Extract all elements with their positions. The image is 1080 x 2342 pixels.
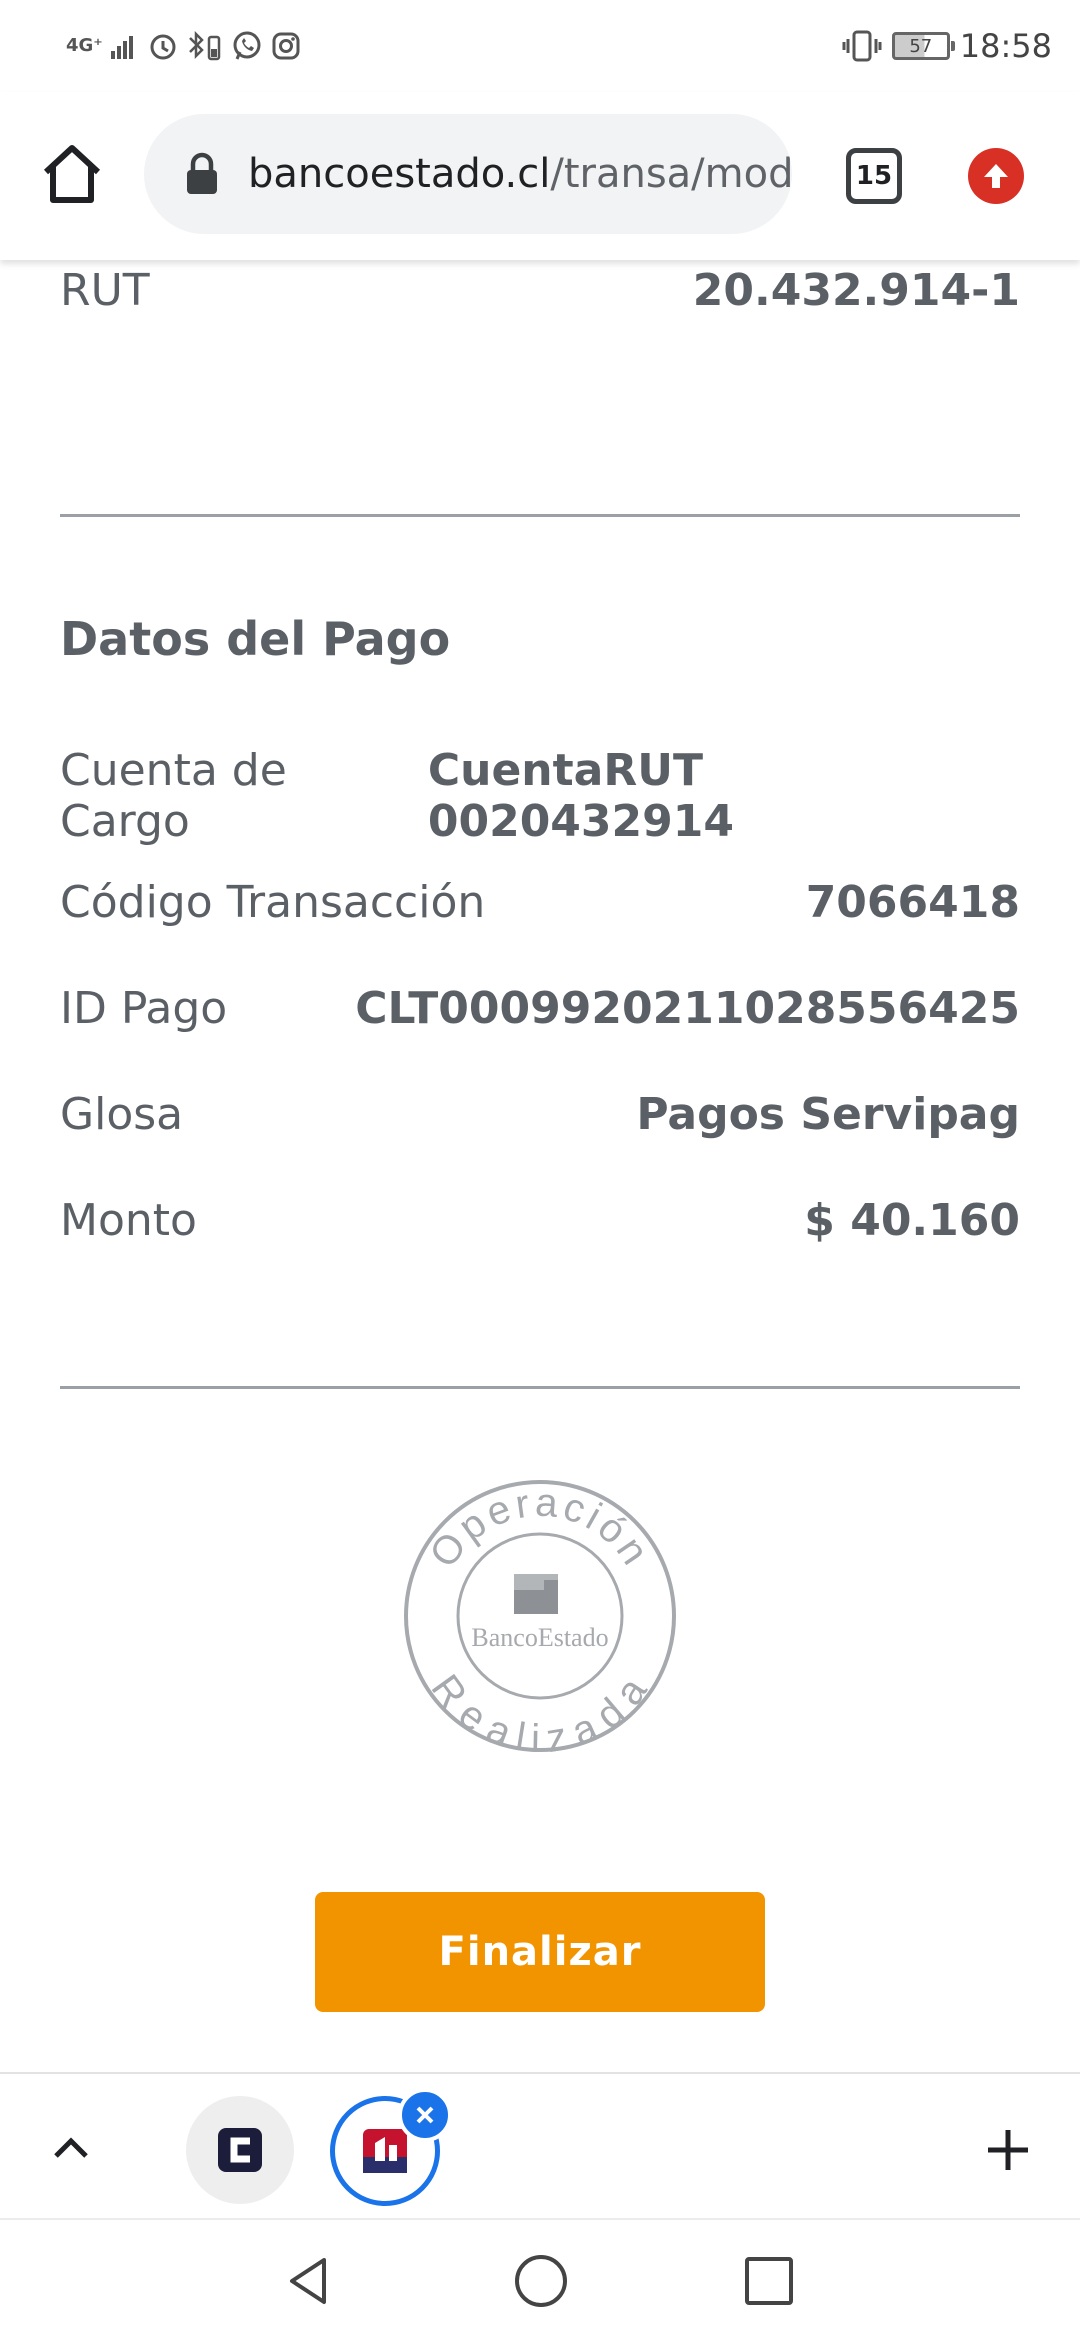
update-button[interactable] — [968, 148, 1024, 204]
arrow-up-icon — [984, 164, 1008, 188]
row-label: Código Transacción — [60, 876, 486, 928]
row-label: Monto — [60, 1194, 197, 1246]
system-nav-bar — [0, 2218, 1080, 2342]
bancoestado-logo-icon — [514, 1574, 558, 1614]
svg-text:Operación: Operación — [421, 1480, 659, 1575]
operacion-realizada-stamp: Operación Realizada BancoEstado — [404, 1480, 676, 1754]
home-icon[interactable] — [36, 138, 108, 210]
bluetooth-battery-icon — [188, 30, 221, 61]
row-label: ID Pago — [60, 982, 228, 1034]
svg-text:Realizada: Realizada — [423, 1667, 658, 1754]
close-icon — [416, 2106, 434, 2124]
browser-toolbar: bancoestado.cl/transa/mod_ 15 — [0, 92, 1080, 260]
recent-apps-icon[interactable] — [742, 2254, 796, 2308]
tab-strip — [0, 2072, 1080, 2220]
status-bar: 4G⁺ 57 18:58 — [0, 0, 1080, 92]
close-tab-button[interactable] — [398, 2088, 452, 2142]
lock-icon — [187, 152, 217, 194]
battery-icon: 57 — [891, 32, 955, 60]
network-type-label: 4G⁺ — [66, 35, 103, 56]
stamp-top-text: Operación — [421, 1480, 655, 1575]
finalizar-button[interactable]: Finalizar — [315, 1892, 765, 2012]
rut-value: 20.432.914-1 — [692, 264, 1020, 316]
battery-level: 57 — [909, 35, 933, 57]
section-title: Datos del Pago — [60, 612, 451, 666]
row-value: CuentaRUT 0020432914 — [427, 745, 734, 847]
row-value: 7066418 — [805, 876, 1020, 928]
rut-row: RUT 20.432.914-1 — [60, 260, 1020, 320]
url-path: /transa/mod_ — [550, 151, 792, 197]
clock: 18:58 — [959, 27, 1052, 65]
url-domain: bancoestado.cl — [248, 151, 551, 197]
status-icons-left: 4G⁺ — [66, 24, 301, 68]
status-icons-right: 57 18:58 — [842, 24, 1052, 68]
row-monto: Monto $ 40.160 — [60, 1190, 1020, 1250]
chevron-up-icon[interactable] — [46, 2124, 96, 2174]
whatsapp-icon — [233, 31, 261, 60]
tab-switcher-button[interactable]: 15 — [846, 148, 902, 204]
signal-icon — [110, 36, 133, 59]
back-icon[interactable] — [280, 2252, 338, 2310]
site-favicon-icon — [218, 2128, 262, 2172]
alarm-icon — [150, 34, 176, 60]
tab-count: 15 — [855, 161, 893, 191]
stamp-bottom-text: Realizada — [423, 1667, 654, 1754]
row-label: Cuenta de Cargo — [60, 745, 287, 847]
row-id-pago: ID Pago CLT00099202110285564​25 — [60, 978, 1020, 1038]
row-label: Glosa — [60, 1088, 184, 1140]
address-bar[interactable]: bancoestado.cl/transa/mod_ — [144, 114, 792, 234]
divider — [60, 514, 1020, 517]
url-text: bancoestado.cl/transa/mod_ — [248, 151, 792, 197]
row-glosa: Glosa Pagos Servipag — [60, 1084, 1020, 1144]
bancoestado-favicon-icon — [363, 2129, 407, 2173]
row-value: Pagos Servipag — [636, 1088, 1020, 1140]
instagram-icon — [272, 32, 300, 60]
row-codigo-transaccion: Código Transacción 7066418 — [60, 872, 1020, 932]
home-nav-icon[interactable] — [512, 2252, 570, 2310]
vibrate-icon — [842, 30, 882, 62]
row-value: CLT00099202110285564​25 — [355, 982, 1020, 1034]
tab-thumbnail-1[interactable] — [186, 2096, 294, 2204]
plus-icon[interactable] — [980, 2122, 1036, 2178]
row-value: $ 40.160 — [804, 1194, 1020, 1246]
rut-label: RUT — [60, 264, 150, 316]
stamp-center-text: BancoEstado — [471, 1623, 608, 1652]
divider — [60, 1386, 1020, 1389]
row-cuenta-cargo: Cuenta de Cargo CuentaRUT 0020432914 — [60, 745, 1020, 847]
